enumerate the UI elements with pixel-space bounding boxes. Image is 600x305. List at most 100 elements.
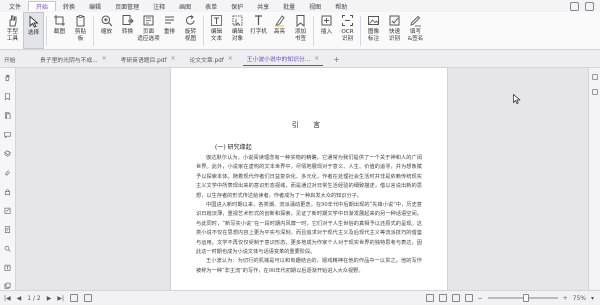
menu-tab[interactable]: 保护 [224,1,250,11]
document-info-icon[interactable] [3,226,12,233]
text-panel-icon[interactable] [3,264,12,271]
menu-tab[interactable]: 表单 [198,1,224,11]
ribbon-tool-reflow[interactable]: 重排 [159,12,180,49]
last-page-icon[interactable]: ▶| [57,295,64,302]
expand-panel-icon[interactable] [591,74,598,80]
menu-tab[interactable]: 画图 [172,1,198,11]
menu-tab[interactable]: 注释 [146,1,172,11]
ribbon-tool-insert[interactable]: 插入 [316,12,337,49]
search-icon[interactable] [570,1,579,11]
ribbon-tool-quick-ocr[interactable]: 快速 识别 [384,12,405,49]
fit-page-icon[interactable] [84,294,93,302]
ribbon-tool-typewriter[interactable]: 打字机 [248,12,269,49]
document-tabs: 贵子里的光阴与不成... × 考研英语题目.pdf × 论文文章.pdf × 王小波小说中的… [36,53,329,66]
bookmark-panel-icon[interactable] [3,93,12,101]
reflow-icon [165,16,174,24]
image-annot-icon [368,16,379,25]
body-paragraph: 伽达默尔认为，小说阅读理念有一种实物的精确，它通常为我们提供了一个关于神和人的广… [196,155,422,199]
continuous-view-icon[interactable] [438,294,447,302]
ribbon-tool-fit-page[interactable]: 页面 适应选项 [137,12,160,49]
signature-panel-icon[interactable] [3,207,12,214]
ribbon-tool-snapshot[interactable]: 截图 [49,12,70,49]
ribbon-tool-rotate[interactable]: 旋转 视图 [180,12,201,49]
menu-tab[interactable]: 批量 [276,1,302,11]
document-tab[interactable]: 考研英语题目.pdf × [117,53,180,66]
ribbon-tool-edit-text[interactable]: 编辑 文本 [206,12,227,49]
edit-object-icon [232,15,243,26]
pages-panel-icon[interactable] [3,112,12,120]
menu-tab[interactable]: 文件 [2,1,28,11]
close-tab-icon[interactable]: × [171,56,176,62]
menu-tab[interactable]: 视图 [302,1,328,11]
hand-icon [9,15,17,27]
clipboard-icon [76,15,85,27]
first-page-icon[interactable]: |◀ [4,295,11,302]
add-tab-button[interactable]: + [329,55,344,64]
zoom-slider-knob[interactable] [522,294,529,302]
zoom-slider[interactable] [487,294,558,302]
single-page-view-icon[interactable] [425,294,434,302]
ribbon-tool-label: OCR 识别 [341,29,354,42]
menu-tab[interactable]: 页面管理 [108,1,146,11]
properties-icon[interactable] [591,89,598,95]
prev-page-icon[interactable]: ◀ [17,295,22,302]
document-tab-title: 考研英语题目.pdf [120,57,167,64]
menu-tab[interactable]: 开始 [28,1,57,11]
lock-panel-icon[interactable] [3,188,12,195]
layers-stack-icon[interactable] [3,282,12,290]
layers-panel-icon[interactable] [3,150,12,157]
document-tab[interactable]: 论文文章.pdf × [185,53,236,66]
settings-icon[interactable] [585,1,594,11]
ribbon-tool-bookmark[interactable]: 添加 书签 [290,12,311,49]
page-navigation: |◀ ◀ 1 / 2 ▶ ▶| [4,294,93,302]
ribbon-tool-label: 添加 书签 [294,29,307,42]
ribbon-tool-sign[interactable]: 填写 &签名 [405,12,426,49]
close-tab-icon[interactable]: × [102,56,107,62]
ribbon-tool-convert[interactable]: 转换 [117,12,138,49]
convert-icon [122,15,134,25]
document-tab[interactable]: 王小波小说中的知识分... × [242,53,324,66]
hand-icon[interactable] [3,74,12,82]
two-page-view-icon[interactable] [451,294,460,302]
menu-tab[interactable]: 共享 [250,1,276,11]
ribbon-tool-label: 选择 [27,30,40,36]
pdf-page[interactable]: 引 言 (一) 研究缘起 伽达默尔认为，小说阅读理念有一种实物的精确，它通常为我… [170,68,448,290]
fit-page-icon [143,15,154,26]
ribbon-tool-cursor[interactable]: 选择 [23,12,44,49]
ribbon-tool-clipboard[interactable]: 剪贴 板 [70,12,91,49]
zoom-dropdown-icon[interactable]: ▾ [591,295,594,302]
next-page-icon[interactable]: ▶ [47,295,52,302]
comment-panel-icon[interactable] [3,131,12,139]
document-tab[interactable]: 贵子里的光阴与不成... × [36,53,111,66]
attachment-panel-icon[interactable] [3,169,12,176]
right-tool-bar [588,68,600,290]
document-tab-title: 论文文章.pdf [189,57,224,64]
fullscreen-icon[interactable] [464,294,473,302]
fit-width-icon[interactable] [70,294,79,302]
zoom-level[interactable]: 75% [573,295,586,302]
document-canvas[interactable]: 引 言 (一) 研究缘起 伽达默尔认为，小说阅读理念有一种实物的精确，它通常为我… [17,68,588,290]
menu-tab[interactable]: 帮助 [328,1,354,11]
ribbon-tool-highlight[interactable]: 高亮 [269,12,290,49]
close-tab-icon[interactable]: × [228,56,233,62]
close-tab-icon[interactable]: × [314,56,319,62]
page-indicator[interactable]: 1 / 2 [27,295,40,302]
body-paragraph: 中国进入新时期以来，各类潮、流派涌动更迭。在90年代中后期出现的“先锋小说”中，… [196,202,422,256]
ribbon-tool-image-annot[interactable]: 图像 标注 [363,12,384,49]
menu-tab[interactable]: 转换 [56,1,82,11]
ribbon-tool-edit-object[interactable]: 编辑 对象 [227,12,248,49]
zoom-out-button[interactable]: − [478,295,483,302]
menu-tab[interactable]: 编辑 [82,1,108,11]
edit-text-icon [211,15,222,26]
bookmark-icon [296,15,305,27]
ribbon-tool-ocr[interactable]: OCR 识别 [337,12,358,49]
ribbon-tool-hand[interactable]: 手型 工具 [2,12,23,49]
ribbon-tool-label: 旋转 视图 [184,29,197,42]
tab-start[interactable]: 开始 [0,53,30,66]
document-tab-strip: 开始 贵子里的光阴与不成... × 考研英语题目.pdf × 论文文章.pdf × 王小波小… [0,51,600,68]
zoom-in-button[interactable]: + [563,295,568,302]
ribbon-tool-label: 填写 &签名 [407,29,424,42]
highlight-icon [275,15,285,27]
ribbon-tool-zoom[interactable]: 缩放 [96,12,117,49]
search-panel-icon[interactable] [3,245,12,252]
